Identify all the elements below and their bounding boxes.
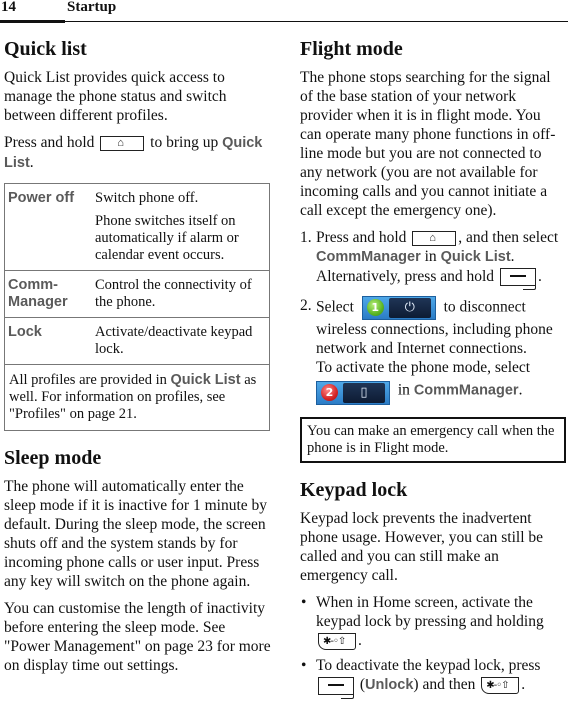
- ui-term-quick-list: Quick List: [170, 372, 241, 388]
- phone-icon: ▯: [343, 383, 385, 404]
- header-rule: [0, 21, 568, 22]
- quick-list-intro: Quick List provides quick access to mana…: [4, 69, 227, 124]
- soft-key-icon: [499, 268, 536, 291]
- ui-term-quick-list: Quick List: [440, 249, 511, 265]
- paragraph: The phone stops searching for the signal…: [300, 69, 556, 219]
- row-description: Switch phone off. Phone switches itself …: [92, 183, 270, 271]
- home-key-icon: ⌂: [100, 135, 145, 151]
- step-item: 1. Press and hold ⌂, and then select Com…: [300, 228, 566, 291]
- table-row: Power off Switch phone off. Phone switch…: [4, 183, 270, 271]
- paragraph: The phone will automatically enter the s…: [4, 478, 268, 590]
- flight-mode-note: You can make an emergency call when the …: [300, 417, 566, 464]
- table-note: All profiles are provided in Quick List …: [4, 364, 270, 431]
- quick-list-section: Quick list Quick List provides quick acc…: [4, 36, 272, 431]
- list-item: • To deactivate the keypad lock, press (…: [300, 656, 566, 699]
- row-label: Lock: [4, 317, 92, 365]
- table-row: Comm-Manager Control the connectivity of…: [4, 270, 270, 318]
- table-row: Lock Activate/deactivate keypad lock.: [4, 317, 270, 365]
- ui-term-commmanager: CommManager: [316, 249, 421, 265]
- flight-mode-steps: 1. Press and hold ⌂, and then select Com…: [300, 228, 566, 406]
- ui-term-commmanager: CommManager: [413, 383, 519, 399]
- quick-list-table: Power off Switch phone off. Phone switch…: [4, 183, 270, 431]
- keypad-lock-heading: Keypad lock: [300, 479, 408, 502]
- page-number: 14: [1, 0, 16, 15]
- status-badge-icon: 1: [366, 299, 384, 317]
- row-description: Activate/deactivate keypad lock.: [92, 317, 270, 365]
- row-description: Control the connectivity of the phone.: [92, 270, 270, 318]
- left-column: Quick list Quick List provides quick acc…: [4, 36, 272, 683]
- flight-mode-section: Flight mode The phone stops searching fo…: [300, 36, 566, 464]
- table-note-row: All profiles are provided in Quick List …: [4, 364, 270, 431]
- keypad-lock-section: Keypad lock Keypad lock prevents the ina…: [300, 477, 566, 699]
- row-label: Power off: [4, 183, 92, 271]
- keypad-lock-list: • When in Home screen, activate the keyp…: [300, 593, 566, 699]
- status-badge-icon: 2: [321, 384, 338, 402]
- sleep-mode-section: Sleep mode The phone will automatically …: [4, 445, 272, 675]
- right-column: Flight mode The phone stops searching fo…: [300, 36, 566, 701]
- home-key-icon: ⌂: [412, 230, 457, 246]
- paragraph: Keypad lock prevents the inadvertent pho…: [300, 510, 544, 585]
- quick-list-instruction: Press and hold ⌂ to bring up Quick List.: [4, 134, 263, 171]
- phone-mode-toggle-icon: 2 ▯: [316, 381, 390, 406]
- quick-list-heading: Quick list: [4, 38, 87, 60]
- paragraph: You can customise the length of inactivi…: [4, 600, 271, 674]
- power-icon: ⏻: [388, 298, 431, 319]
- flight-mode-heading: Flight mode: [300, 38, 403, 60]
- section-title: Startup: [67, 0, 117, 15]
- list-item: • When in Home screen, activate the keyp…: [301, 594, 544, 651]
- page-header: 14 Startup: [0, 0, 568, 23]
- star-key-icon: ✱-◦⇧: [481, 677, 520, 695]
- ui-term-unlock: Unlock: [365, 677, 414, 694]
- sleep-mode-heading: Sleep mode: [4, 447, 102, 469]
- header-rule-accent: [0, 20, 65, 23]
- soft-key-icon: [318, 676, 354, 699]
- flight-mode-toggle-icon: 1 ⏻: [361, 296, 436, 321]
- step-item: 2. Select 1 ⏻ to disconnect wireless con…: [300, 296, 566, 406]
- star-key-icon: ✱-◦⇧: [318, 633, 356, 651]
- row-label: Comm-Manager: [4, 270, 92, 318]
